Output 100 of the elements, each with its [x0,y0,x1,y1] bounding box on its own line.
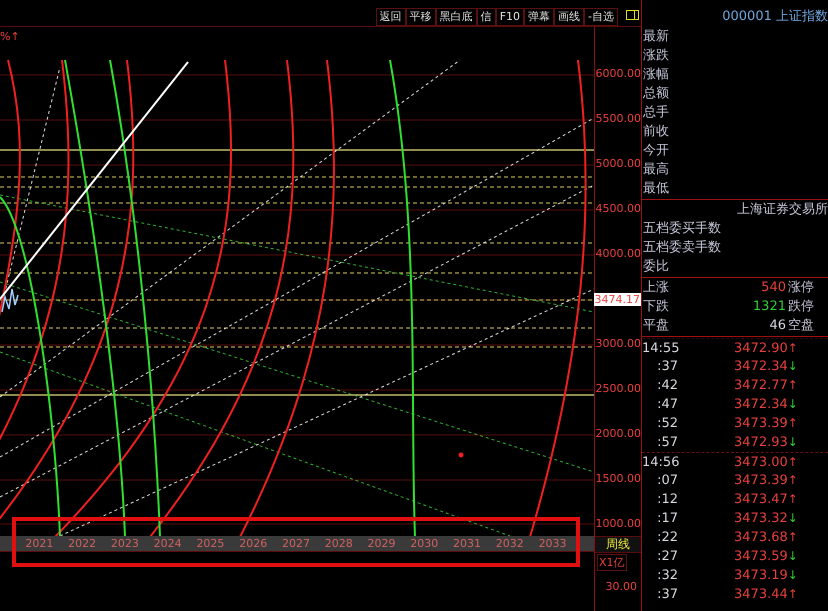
volume-unit-label: X1亿 [597,554,627,571]
tick-time: :07 [656,472,678,490]
breadth-label: 下跌 [643,298,669,316]
year-label: 2027 [282,536,310,551]
toolbar-button[interactable]: -自选 [584,8,618,26]
quote-field-label: 最新 [643,28,670,46]
tick-price: 3473.00 [734,454,788,471]
tick-time: 14:56 [642,454,678,471]
tick-time: :17 [656,510,678,528]
tick-arrow: ↑ [788,491,798,508]
price-axis-label: 4500.00 [596,202,641,215]
tick-arrow: ↑ [788,415,798,432]
volume-axis-label: 30.00 [606,580,637,593]
toolbar-button[interactable]: 信 [476,8,496,26]
tick-price: 3472.34 [734,396,788,414]
quote-field-label: 最高 [643,161,670,179]
toolbar-button[interactable]: 平移 [406,8,436,26]
quote-field-label: 涨幅 [643,66,670,84]
quote-field-label: 最低 [643,180,670,198]
price-axis-label: 1500.00 [596,472,641,485]
limit-label: 跌停 [788,298,814,316]
year-label: 2026 [239,536,268,551]
tick-time: :37 [656,586,678,604]
year-label: 2022 [68,536,96,551]
price-axis-label: 4000.00 [596,247,641,260]
year-label: 2029 [368,536,396,551]
window-icon[interactable] [626,10,639,20]
year-label: 2025 [196,536,224,551]
tick-time: :37 [656,358,678,376]
year-label: 2032 [496,536,524,551]
tick-price: 3473.44 [734,586,788,604]
tick-arrow: ↓ [788,510,798,527]
tick-time: :27 [656,548,678,566]
tick-price: 3473.47 [734,491,788,509]
limit-label: 涨停 [788,279,814,297]
tick-time: :32 [656,567,678,585]
period-label[interactable]: 周线 [595,536,641,553]
breadth-count: 46 [769,317,786,335]
tick-time: 14:55 [642,340,678,357]
tick-arrow: ↑ [788,472,798,489]
tick-time: :52 [656,415,678,433]
tick-price: 3473.32 [734,510,788,528]
price-axis-label: 1000.00 [596,517,641,530]
price-axis-label: 2500.00 [596,382,641,395]
tick-price: 3473.59 [734,548,788,566]
toolbar-button[interactable]: 画线 [554,8,584,26]
tick-time: :12 [656,491,678,509]
tick-time: :47 [656,396,678,414]
tick-arrow: ↓ [788,434,798,451]
price-axis-label: 6000.00 [596,67,641,80]
chart-corner-label: %↑ [0,30,20,43]
toolbar-button[interactable]: 返回 [376,8,406,26]
tick-arrow: ↓ [788,548,798,565]
year-label: 2024 [154,536,182,551]
toolbar-button[interactable]: 黑白底 [436,8,477,26]
breadth-count: 1321 [752,298,786,316]
breadth-count: 540 [761,279,786,297]
year-label: 2033 [538,536,567,551]
exchange-name: 上海证券交易所 [736,201,828,219]
toolbar-button[interactable]: 弹幕 [524,8,554,26]
quote-field-label: 总手 [643,104,670,122]
tick-arrow: ↑ [788,454,798,471]
breadth-label: 平盘 [643,317,669,335]
tick-arrow: ↑ [788,377,798,394]
tick-price: 3473.39 [734,472,788,490]
quote-field-label: 总额 [643,85,670,103]
tick-arrow: ↑ [788,340,798,357]
price-axis-label: 3000.00 [596,337,641,350]
security-title: 000001 上证指数 [722,9,828,24]
tick-arrow: ↓ [788,358,798,375]
toolbar-button[interactable]: F10 [496,8,524,26]
tick-price: 3472.77 [734,377,788,395]
tick-arrow: ↑ [788,529,798,546]
tick-price: 3473.39 [734,415,788,433]
tick-price: 3473.68 [734,529,788,547]
year-label: 2023 [110,536,139,551]
price-axis-label: 5500.00 [596,112,641,125]
current-price-marker: 3474.17 [594,293,641,306]
year-label: 2028 [324,536,353,551]
tick-arrow: ↓ [788,567,798,584]
tick-price: 3472.90 [734,340,788,357]
price-axis-label: 2000.00 [596,427,641,440]
quote-field-label: 涨跌 [643,47,670,65]
year-label: 2031 [453,536,482,551]
tick-time: :22 [656,529,678,547]
tick-price: 3473.19 [734,567,788,585]
order-field-label: 委比 [643,258,670,276]
year-label: 2030 [410,536,438,551]
year-label: 2021 [25,536,54,551]
tick-arrow: ↓ [788,396,798,413]
breadth-label: 上涨 [643,279,669,297]
price-axis-label: 5000.00 [596,157,641,170]
quote-field-label: 今开 [643,142,670,160]
tick-arrow: ↑ [788,586,798,603]
order-field-label: 五档委买手数 [643,220,722,238]
tick-price: 3472.34 [734,358,788,376]
order-field-label: 五档委卖手数 [643,239,722,257]
limit-label: 空盘 [788,317,814,335]
tick-time: :42 [656,377,678,395]
tick-price: 3472.93 [734,434,788,452]
